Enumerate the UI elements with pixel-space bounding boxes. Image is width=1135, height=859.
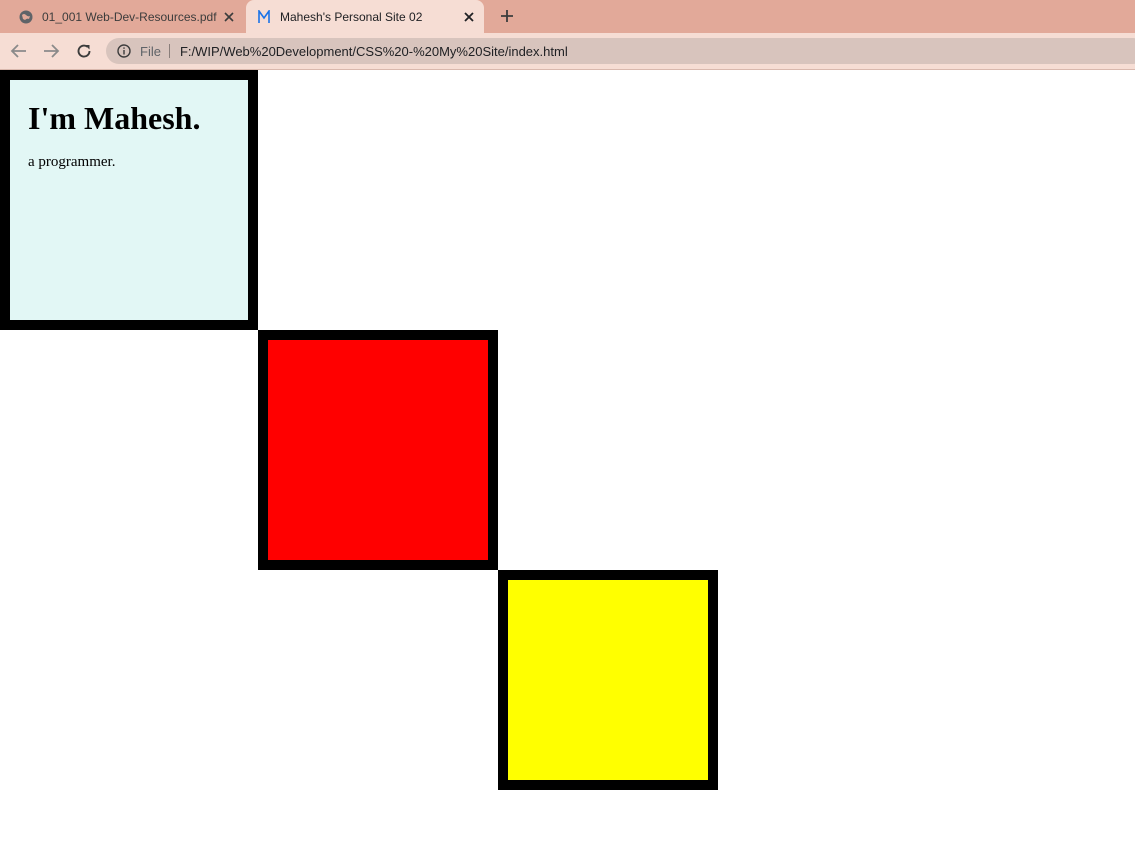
forward-button[interactable] — [41, 41, 61, 61]
tab-title: Mahesh's Personal Site 02 — [280, 9, 423, 24]
page-title: I'm Mahesh. — [28, 100, 201, 136]
info-icon[interactable] — [116, 43, 132, 59]
yellow-box — [498, 570, 718, 790]
back-button[interactable] — [9, 41, 29, 61]
tab-web-dev-resources[interactable]: 01_001 Web-Dev-Resources.pdf — [8, 0, 244, 33]
page-content: I'm Mahesh. a programmer. — [0, 70, 1135, 859]
intro-box: I'm Mahesh. a programmer. — [0, 70, 258, 330]
close-icon[interactable] — [220, 8, 238, 26]
close-icon[interactable] — [460, 8, 478, 26]
new-tab-button[interactable] — [496, 5, 518, 27]
tab-strip: 01_001 Web-Dev-Resources.pdf Mahesh's Pe… — [0, 0, 1135, 33]
reload-icon — [77, 44, 91, 58]
tab-title: 01_001 Web-Dev-Resources.pdf — [42, 9, 217, 24]
scheme-label: File — [140, 43, 161, 59]
divider — [168, 44, 170, 58]
arrow-left-icon — [10, 44, 26, 58]
plus-icon — [501, 10, 513, 22]
browser-toolbar: File F:/WIP/Web%20Development/CSS%20-%20… — [0, 33, 1135, 70]
tab-personal-site[interactable]: Mahesh's Personal Site 02 — [246, 0, 484, 33]
globe-icon — [18, 9, 34, 25]
arrow-right-icon — [44, 44, 60, 58]
url-text[interactable]: F:/WIP/Web%20Development/CSS%20-%20My%20… — [180, 44, 568, 59]
m-logo-icon — [256, 9, 272, 25]
red-box — [258, 330, 498, 570]
address-bar[interactable]: File F:/WIP/Web%20Development/CSS%20-%20… — [106, 38, 1135, 64]
page-subtitle: a programmer. — [28, 154, 116, 170]
reload-button[interactable] — [74, 41, 94, 61]
